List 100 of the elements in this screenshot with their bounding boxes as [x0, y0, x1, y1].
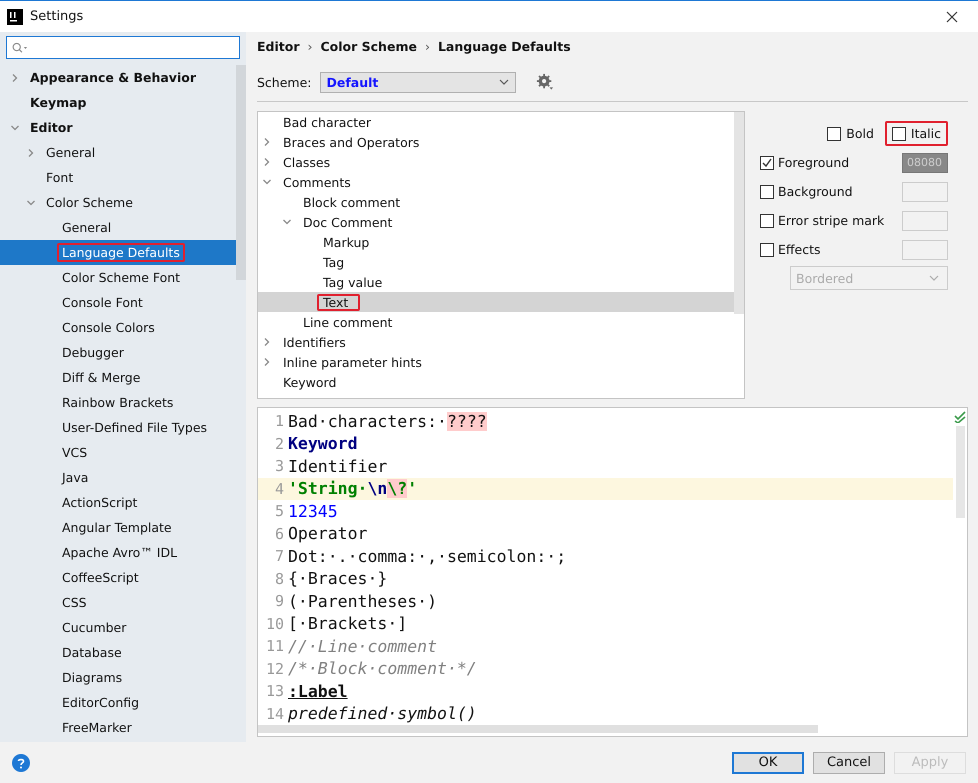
breadcrumb-item: Color Scheme — [320, 38, 417, 54]
check-icon — [954, 411, 966, 423]
color-swatch[interactable] — [902, 210, 948, 230]
line-number: 1 — [274, 412, 285, 430]
dialog-button[interactable]: Cancel — [813, 752, 885, 774]
checkbox[interactable] — [892, 126, 906, 140]
color-swatch[interactable] — [902, 182, 948, 202]
tree-item[interactable]: Comments — [258, 172, 734, 192]
sidebar-item[interactable]: Rainbow Brackets — [0, 390, 236, 415]
tree-item[interactable]: Identifiers — [258, 332, 734, 352]
code-line: 12345 — [288, 502, 338, 521]
code-line: (·Parentheses·) — [288, 592, 438, 611]
sidebar-item[interactable]: CSS — [0, 590, 236, 615]
caret-icon — [498, 79, 508, 85]
checkbox-label: Error stripe mark — [778, 213, 886, 228]
sidebar-item[interactable]: User-Defined File Types — [0, 415, 236, 440]
sidebar-item[interactable]: Angular Template — [0, 515, 236, 540]
line-number: 5 — [274, 502, 285, 520]
line-number: 12 — [264, 660, 285, 678]
sidebar-item[interactable]: Debugger — [0, 340, 236, 365]
sidebar-item[interactable]: Keymap — [0, 90, 236, 115]
sidebar-item[interactable]: Database — [0, 640, 236, 665]
line-number: 14 — [264, 704, 285, 723]
line-number: 4 — [274, 480, 285, 498]
chevron-icon[interactable] — [262, 137, 272, 147]
sidebar-item[interactable]: Color Scheme Font — [0, 265, 236, 290]
checkbox-label: Effects — [778, 242, 822, 257]
checkbox[interactable] — [760, 184, 774, 198]
tree-item[interactable]: Text — [258, 292, 734, 312]
tree-item[interactable]: Line comment — [258, 312, 734, 332]
tree-item[interactable]: Doc Comment — [258, 212, 734, 232]
color-swatch[interactable] — [902, 240, 948, 260]
sidebar-item[interactable]: Cucumber — [0, 615, 236, 640]
caret-icon — [929, 275, 939, 281]
code-line: /*·Block·comment·*/ — [288, 659, 477, 678]
search-icon — [12, 42, 29, 54]
tree-item[interactable]: Markup — [258, 232, 734, 252]
scrollbar[interactable] — [236, 65, 246, 280]
sidebar-item[interactable]: Font — [0, 165, 236, 190]
sidebar-item[interactable]: EditorConfig — [0, 690, 236, 715]
line-number: 9 — [274, 592, 285, 610]
scheme-dropdown[interactable]: Default — [320, 72, 516, 92]
chevron-icon[interactable] — [26, 148, 36, 158]
tree-item[interactable]: Inline parameter hints — [258, 352, 734, 372]
code-line: [·Brackets·] — [288, 614, 408, 634]
close-icon[interactable] — [946, 10, 958, 22]
sidebar-item[interactable]: Java — [0, 465, 236, 490]
checkbox[interactable] — [760, 242, 774, 256]
code-line: Operator — [288, 524, 368, 544]
scrollbar[interactable] — [956, 426, 964, 518]
sidebar-item[interactable]: FreeMarker — [0, 715, 236, 740]
line-number: 11 — [264, 637, 285, 656]
sidebar-item[interactable]: Appearance & Behavior — [0, 65, 236, 90]
scheme-label: Scheme: — [257, 74, 312, 90]
chevron-icon[interactable] — [262, 177, 272, 187]
tree-item[interactable]: Tag value — [258, 272, 734, 292]
scrollbar[interactable] — [258, 725, 818, 733]
sidebar-item[interactable]: VCS — [0, 440, 236, 465]
checkbox[interactable] — [760, 214, 774, 228]
sidebar-item[interactable]: Console Font — [0, 290, 236, 315]
chevron-icon[interactable] — [282, 217, 292, 227]
tree-item[interactable]: Block comment — [258, 192, 734, 212]
search-field[interactable] — [6, 36, 240, 59]
tree-item[interactable]: Tag — [258, 252, 734, 272]
tree-item[interactable]: Classes — [258, 152, 734, 172]
chevron-icon[interactable] — [10, 72, 20, 82]
checkbox[interactable] — [760, 156, 774, 170]
breadcrumb-item: Editor — [257, 38, 300, 54]
code-line: //·Line·comment — [288, 636, 438, 656]
dialog-button[interactable]: OK — [732, 752, 804, 774]
sidebar-item[interactable]: General — [0, 215, 236, 240]
gear-icon[interactable] — [536, 73, 554, 91]
tree-item[interactable]: Braces and Operators — [258, 132, 734, 152]
sidebar-item[interactable]: Diagrams — [0, 665, 236, 690]
sidebar-item[interactable]: Language Defaults — [0, 240, 236, 265]
tree-item[interactable]: Bad character — [258, 112, 734, 132]
sidebar-item[interactable]: ActionScript — [0, 490, 236, 515]
line-number: 3 — [274, 457, 285, 476]
sidebar-item[interactable]: General — [0, 140, 236, 165]
scrollbar[interactable] — [734, 112, 744, 314]
tree-item[interactable]: Keyword — [258, 372, 734, 392]
chevron-icon[interactable] — [26, 198, 36, 208]
sidebar-item[interactable]: Color Scheme — [0, 190, 236, 215]
chevron-icon[interactable] — [10, 122, 20, 132]
checkbox[interactable] — [827, 126, 842, 140]
chevron-icon[interactable] — [262, 337, 272, 347]
sidebar-item[interactable]: Diff & Merge — [0, 365, 236, 390]
line-number: 2 — [274, 434, 285, 453]
code-line: predefined·symbol() — [288, 704, 477, 724]
chevron-icon[interactable] — [262, 357, 272, 367]
code-line: {·Braces·} — [288, 569, 388, 588]
line-number: 10 — [264, 614, 285, 633]
help-icon[interactable] — [12, 754, 30, 772]
chevron-icon[interactable] — [262, 157, 272, 167]
code-line: Identifier — [288, 456, 388, 476]
sidebar-item[interactable]: Apache Avro™ IDL — [0, 540, 236, 565]
sidebar-item[interactable]: Editor — [0, 115, 236, 140]
checkbox-label: Foreground — [778, 155, 850, 170]
sidebar-item[interactable]: Console Colors — [0, 315, 236, 340]
sidebar-item[interactable]: CoffeeScript — [0, 565, 236, 590]
